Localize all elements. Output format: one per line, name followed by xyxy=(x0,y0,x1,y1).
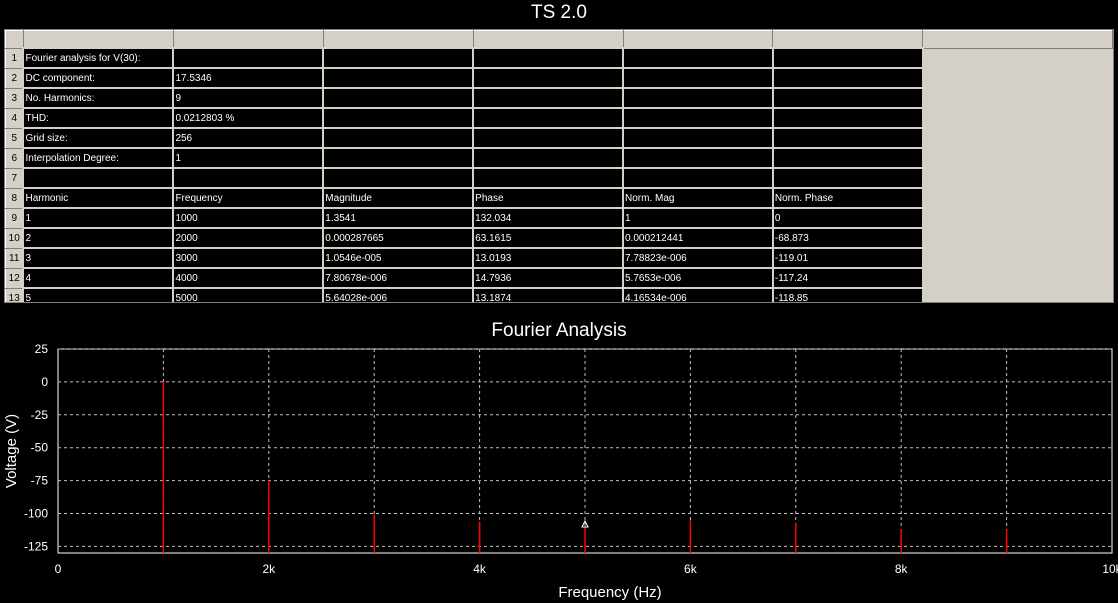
y-axis-label: Voltage (V) xyxy=(3,414,20,488)
y-tick-label: -25 xyxy=(31,408,49,422)
y-tick-label: -125 xyxy=(24,539,48,553)
x-tick-label: 0 xyxy=(55,562,62,576)
x-tick-label: 4k xyxy=(473,562,487,576)
x-tick-label: 8k xyxy=(895,562,909,576)
x-tick-label: 2k xyxy=(262,562,276,576)
y-tick-label: 0 xyxy=(41,375,48,389)
y-tick-label: -50 xyxy=(31,441,49,455)
y-tick-label: -75 xyxy=(31,474,49,488)
fourier-chart[interactable]: 0 2k 4k 6k 8k 10k 25 0 -25 -50 -75 -100 -125 Frequenc… xyxy=(0,0,1118,603)
y-tick-label: 25 xyxy=(35,342,49,356)
x-axis-label: Frequency (Hz) xyxy=(558,584,661,601)
y-tick-label: -100 xyxy=(24,507,48,521)
x-tick-label: 6k xyxy=(684,562,698,576)
x-tick-label: 10k xyxy=(1102,562,1118,576)
